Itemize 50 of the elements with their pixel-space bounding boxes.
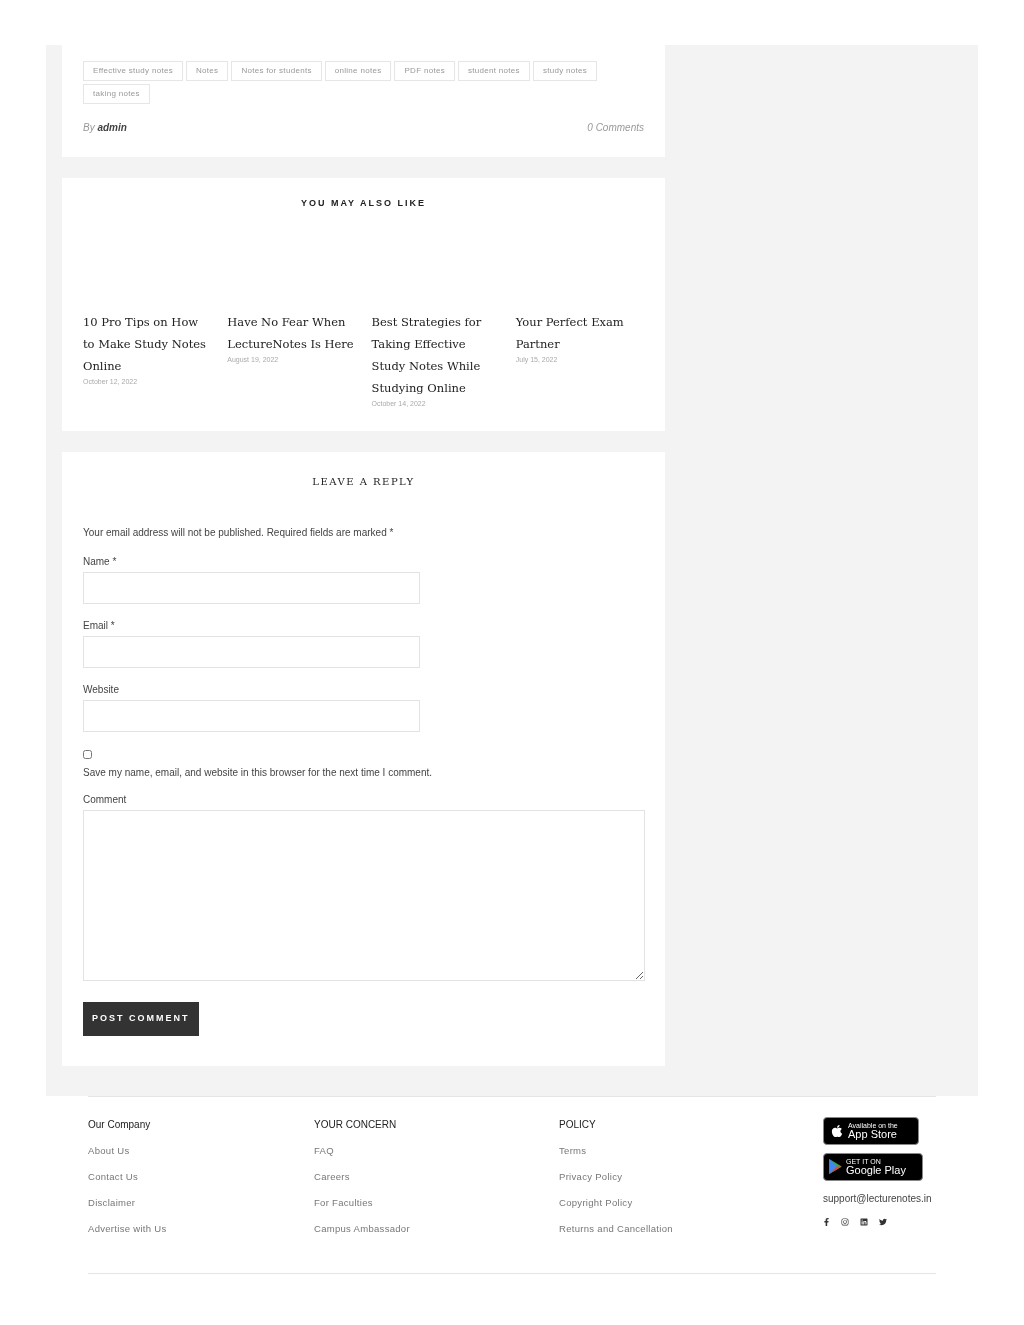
post-author: By admin	[83, 121, 127, 135]
footer-link[interactable]: Terms	[559, 1143, 823, 1158]
field-label: Comment	[83, 793, 128, 807]
tag-link[interactable]: online notes	[324, 61, 392, 81]
footer-link[interactable]: For Faculties	[314, 1196, 559, 1211]
facebook-icon[interactable]	[823, 1217, 830, 1226]
checkbox[interactable]	[83, 750, 92, 759]
play-icon	[829, 1159, 842, 1174]
section-heading: YOU MAY ALSO LIKE	[299, 197, 428, 210]
notice-text: Your email address will not be published. Required fields are marked *	[83, 526, 395, 540]
linkedin-icon[interactable]	[860, 1217, 868, 1226]
input-field[interactable]	[83, 700, 420, 732]
comments-link[interactable]: 0 Comments	[587, 120, 644, 135]
footer-link[interactable]: Campus Ambassador	[314, 1222, 559, 1237]
input-field[interactable]	[83, 572, 420, 604]
comment-field[interactable]	[83, 810, 645, 981]
footer-heading: Our Company	[88, 1117, 152, 1132]
tag-link[interactable]: Notes for students	[231, 61, 322, 81]
footer-link[interactable]: Contact Us	[88, 1169, 314, 1184]
post-title-link[interactable]: Your Perfect Exam Partner	[515, 310, 644, 355]
tag-link[interactable]: Notes	[186, 61, 229, 81]
twitter-icon[interactable]	[879, 1217, 887, 1226]
field-label: Email *	[83, 619, 116, 633]
field-label: Name *	[83, 555, 118, 569]
footer-link[interactable]: Disclaimer	[88, 1196, 314, 1211]
footer-heading: YOUR CONCERN	[314, 1117, 398, 1132]
footer-link[interactable]: Copyright Policy	[559, 1196, 823, 1211]
field-label: Website	[83, 683, 120, 697]
footer-link[interactable]: FAQ	[314, 1143, 559, 1158]
footer-link[interactable]: Careers	[314, 1169, 559, 1184]
post-comment-button[interactable]: POST COMMENT	[83, 1002, 199, 1036]
input-field[interactable]	[83, 636, 420, 668]
section-heading: LEAVE A REPLY	[311, 475, 416, 489]
post-title-link[interactable]: Best Strategies for Taking Effective Study Notes While Studying Online	[371, 310, 500, 399]
footer-link[interactable]: About Us	[88, 1143, 314, 1158]
post-title-link[interactable]: 10 Pro Tips on How to Make Study Notes Online	[83, 310, 212, 377]
checkbox-label: Save my name, email, and website in this browser for the next time I comment.	[83, 766, 434, 780]
tag-link[interactable]: student notes	[457, 61, 530, 81]
tag-link[interactable]: PDF notes	[394, 61, 455, 81]
instagram-icon[interactable]	[841, 1217, 849, 1226]
tag-link[interactable]: study notes	[532, 61, 598, 81]
tag-link[interactable]: taking notes	[83, 84, 150, 104]
footer-link[interactable]: Returns and Cancellation	[559, 1222, 823, 1237]
apple-icon	[830, 1123, 844, 1138]
footer-link[interactable]: Advertise with Us	[88, 1222, 314, 1237]
footer-link[interactable]: Privacy Policy	[559, 1169, 823, 1184]
post-title-link[interactable]: Have No Fear When LectureNotes Is Here	[227, 310, 356, 355]
tag-link[interactable]: Effective study notes	[83, 61, 183, 81]
footer-heading: POLICY	[559, 1117, 597, 1132]
support-email-link[interactable]: support@lecturenotes.in	[823, 1190, 932, 1206]
